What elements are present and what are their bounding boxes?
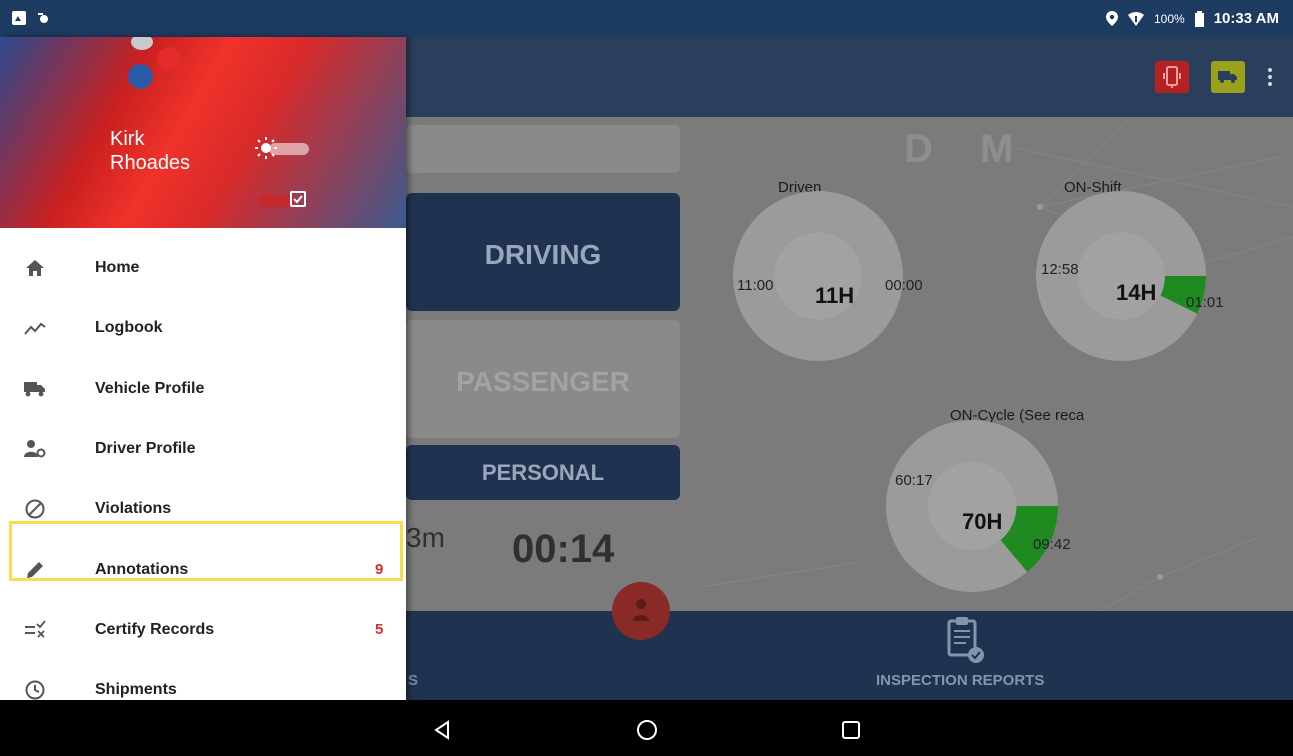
user-first-name: Kirk (110, 128, 145, 150)
location-icon (1105, 11, 1118, 26)
device-status-button[interactable] (1155, 61, 1189, 93)
on-cycle-gauge-center: 70H (962, 509, 1003, 534)
vehicle-status-button[interactable] (1211, 61, 1245, 93)
inspection-reports-tab[interactable]: INSPECTION REPORTS (876, 672, 1044, 689)
certify-count-badge: 5 (375, 621, 384, 639)
menu-item-label: Vehicle Profile (95, 379, 205, 397)
system-navigation-bar (0, 700, 1293, 756)
clipboard-check-icon[interactable] (946, 615, 986, 665)
menu-item-certify-records[interactable]: Certify Records 5 (0, 600, 406, 660)
driven-gauge (733, 191, 903, 361)
drawer-menu: Home Logbook Vehicle Profile Driver Prof… (0, 238, 406, 700)
menu-item-label: Shipments (95, 681, 177, 699)
elapsed-partial: 3m (406, 522, 445, 553)
certify-icon (25, 620, 46, 638)
gallery-icon (12, 11, 26, 25)
home-icon (26, 260, 44, 277)
status-bar: 100% 10:33 AM (0, 0, 1293, 37)
wifi-icon (1127, 11, 1144, 26)
driven-gauge-center: 11H (815, 283, 855, 308)
home-circle-icon[interactable] (636, 719, 658, 741)
driver-fab-button[interactable] (612, 582, 670, 640)
gauge-hole (927, 461, 1017, 551)
user-name: Kirk Rhoades (110, 127, 190, 175)
person-icon (633, 599, 649, 621)
battery-percent: 100% (1153, 11, 1185, 26)
menu-item-driver-profile[interactable]: Driver Profile (0, 419, 406, 479)
navigation-drawer: Kirk Rhoades Home Logbook Vehicle Profil… (0, 37, 406, 700)
passenger-button[interactable]: PASSENGER (406, 320, 680, 438)
on-shift-gauge-remaining: 12:58 (1041, 261, 1079, 278)
device-icon (1163, 66, 1181, 88)
on-cycle-gauge-used: 09:42 (1033, 536, 1071, 553)
driver-settings-icon (24, 440, 46, 458)
menu-item-home[interactable]: Home (0, 238, 406, 298)
checkbox-icon (290, 191, 306, 207)
menu-item-shipments[interactable]: Shipments (0, 660, 406, 700)
sun-icon (255, 137, 277, 159)
logbook-icon (24, 323, 46, 336)
theme-toggle[interactable] (255, 137, 309, 159)
back-icon[interactable] (432, 719, 454, 741)
status-timer: 00:14 (512, 527, 615, 571)
personal-button[interactable]: PERSONAL (406, 445, 680, 500)
driven-gauge-used: 00:00 (885, 277, 923, 294)
driven-gauge-remaining: 11:00 (737, 277, 774, 294)
certify-toggle[interactable] (258, 189, 308, 211)
menu-item-label: Home (95, 259, 140, 277)
battery-icon (1194, 10, 1204, 27)
dm-logo: D M (904, 127, 1032, 171)
on-cycle-gauge-remaining: 60:17 (895, 472, 933, 489)
on-shift-gauge-used: 01:01 (1186, 294, 1224, 311)
menu-item-logbook[interactable]: Logbook (0, 298, 406, 358)
clock-time: 10:33 AM (1213, 10, 1279, 27)
notification-icon (38, 13, 48, 23)
menu-item-label: Violations (95, 500, 172, 518)
clock-icon (25, 680, 45, 700)
recents-icon[interactable] (840, 719, 862, 741)
user-last-name: Rhoades (110, 152, 191, 174)
menu-item-label: Driver Profile (95, 440, 196, 458)
on-shift-gauge-center: 14H (1116, 280, 1157, 305)
gauge-hole (1077, 232, 1165, 320)
violations-icon (25, 499, 45, 519)
violations-highlight-box (9, 521, 403, 581)
logs-tab-label[interactable]: S (408, 672, 418, 689)
truck-icon (24, 381, 45, 397)
menu-item-vehicle-profile[interactable]: Vehicle Profile (0, 359, 406, 419)
on-cycle-gauge (886, 420, 1058, 592)
more-options-icon[interactable] (1267, 68, 1273, 86)
truck-icon (1218, 71, 1237, 83)
menu-item-label: Logbook (95, 319, 163, 337)
drawer-header: Kirk Rhoades (0, 37, 406, 228)
menu-item-label: Certify Records (95, 620, 215, 638)
search-input[interactable] (406, 125, 680, 173)
driving-button[interactable]: DRIVING (406, 193, 680, 311)
